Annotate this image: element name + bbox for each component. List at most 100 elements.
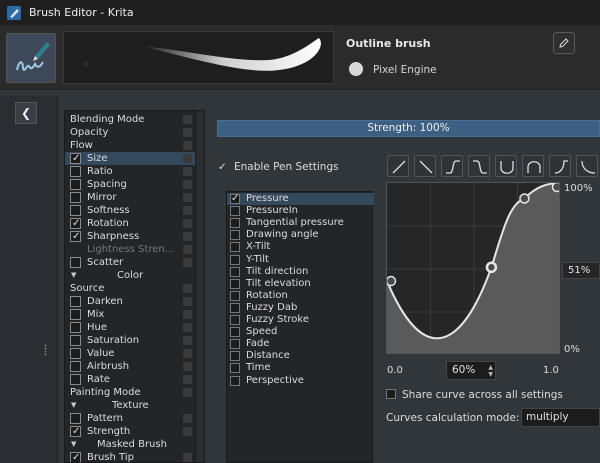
option-row[interactable]: Rotation	[65, 217, 204, 230]
lock-icon[interactable]	[183, 180, 192, 189]
sensor-list[interactable]: PressurePressureInTangential pressureDra…	[226, 191, 374, 463]
enable-pen-settings[interactable]: ✓ Enable Pen Settings	[218, 161, 339, 173]
sensor-checkbox[interactable]	[230, 218, 240, 229]
lock-icon[interactable]	[183, 323, 192, 332]
option-row[interactable]: Blending Mode	[65, 113, 204, 126]
option-row[interactable]: Painting Mode	[65, 386, 204, 399]
lock-icon[interactable]	[183, 206, 192, 215]
lock-icon[interactable]	[183, 128, 192, 137]
option-checkbox[interactable]	[70, 335, 81, 346]
option-checkbox[interactable]	[70, 309, 81, 320]
sensor-checkbox[interactable]	[230, 315, 240, 325]
sensor-checkbox[interactable]	[230, 193, 240, 205]
sensor-row[interactable]: Perspective	[227, 375, 374, 387]
curve-value-field[interactable]: 51%	[562, 262, 600, 279]
option-checkbox[interactable]	[70, 348, 81, 359]
lock-icon[interactable]	[183, 258, 192, 267]
lock-icon[interactable]	[183, 453, 192, 462]
lock-icon[interactable]	[183, 375, 192, 384]
curve-control-point[interactable]	[519, 193, 530, 204]
sensor-checkbox[interactable]	[230, 206, 240, 217]
brush-options-list[interactable]: Blending Mode Opacity Flow Size Ratio Spacing…	[64, 110, 205, 463]
curve-control-point[interactable]	[485, 261, 498, 274]
lock-icon[interactable]	[183, 232, 192, 241]
option-checkbox[interactable]	[70, 361, 81, 372]
sensor-checkbox[interactable]	[230, 290, 240, 301]
strength-slider[interactable]: Strength: 100%	[217, 120, 600, 137]
sensor-checkbox[interactable]	[230, 266, 240, 277]
expand-triangle-icon[interactable]: ▼	[71, 438, 76, 451]
share-curve-checkbox[interactable]	[386, 389, 396, 399]
option-row[interactable]: Mix	[65, 308, 204, 321]
option-row[interactable]: Rate	[65, 373, 204, 386]
option-row[interactable]: ▼ Color	[65, 269, 204, 282]
curve-preset-j-curve[interactable]	[549, 155, 571, 177]
curve-preset-linear[interactable]	[387, 155, 409, 177]
curve-editor[interactable]	[386, 182, 560, 354]
curve-preset-s-curve[interactable]	[441, 155, 463, 177]
sensor-checkbox[interactable]	[230, 254, 240, 265]
option-checkbox[interactable]	[70, 205, 81, 216]
option-checkbox[interactable]	[70, 179, 81, 190]
option-checkbox[interactable]	[70, 230, 81, 243]
sensor-row[interactable]: Speed	[227, 326, 374, 338]
option-row[interactable]: Sharpness	[65, 230, 204, 243]
lock-icon[interactable]	[183, 336, 192, 345]
curve-control-point[interactable]	[387, 275, 397, 287]
sensor-checkbox[interactable]	[230, 363, 240, 374]
lock-icon[interactable]	[183, 427, 192, 436]
sensor-row[interactable]: Pressure	[227, 193, 374, 205]
sensor-checkbox[interactable]	[230, 339, 240, 350]
option-row[interactable]: Darken	[65, 295, 204, 308]
lock-icon[interactable]	[183, 362, 192, 371]
lock-icon[interactable]	[183, 284, 192, 293]
curve-preset-arch-curve[interactable]	[522, 155, 544, 177]
sensor-row[interactable]: Drawing angle	[227, 229, 374, 241]
edit-preset-button[interactable]	[553, 32, 575, 54]
sensor-row[interactable]: Y-Tilt	[227, 254, 374, 266]
lock-icon[interactable]	[183, 310, 192, 319]
sensor-checkbox[interactable]	[230, 278, 240, 289]
curve-preset-reverse-linear[interactable]	[414, 155, 436, 177]
lock-icon[interactable]	[183, 219, 192, 228]
options-scrollbar[interactable]	[195, 111, 204, 462]
option-row[interactable]: Opacity	[65, 126, 204, 139]
option-row[interactable]: Strength	[65, 425, 204, 438]
option-checkbox[interactable]	[70, 451, 81, 462]
option-row[interactable]: Brush Tip	[65, 451, 204, 462]
collapse-button[interactable]: ❮	[15, 102, 37, 124]
enable-pen-check[interactable]: ✓	[218, 161, 228, 173]
lock-icon[interactable]	[183, 245, 192, 254]
option-row[interactable]: ▼ Masked Brush	[65, 438, 204, 451]
sensor-row[interactable]: Distance	[227, 350, 374, 362]
lock-icon[interactable]	[183, 141, 192, 150]
option-checkbox[interactable]	[70, 192, 81, 203]
sensor-checkbox[interactable]	[230, 242, 240, 253]
sensor-checkbox[interactable]	[230, 230, 240, 241]
curve-graph[interactable]	[387, 183, 560, 354]
option-row[interactable]: Hue	[65, 321, 204, 334]
sensor-checkbox[interactable]	[230, 302, 240, 313]
calc-mode-select[interactable]: multiply	[521, 408, 600, 427]
sensor-checkbox[interactable]	[230, 327, 240, 338]
option-row[interactable]: Spacing	[65, 178, 204, 191]
curve-preset-u-curve[interactable]	[495, 155, 517, 177]
option-row[interactable]: Saturation	[65, 334, 204, 347]
expand-triangle-icon[interactable]: ▼	[71, 269, 76, 282]
option-checkbox[interactable]	[70, 217, 81, 230]
sensor-row[interactable]: Fuzzy Stroke	[227, 314, 374, 326]
lock-icon[interactable]	[183, 154, 192, 163]
option-checkbox[interactable]	[70, 413, 81, 424]
option-checkbox[interactable]	[70, 152, 81, 165]
sensor-row[interactable]: X-Tilt	[227, 241, 374, 253]
sensor-row[interactable]: PressureIn	[227, 205, 374, 217]
sensor-row[interactable]: Tilt elevation	[227, 278, 374, 290]
option-row[interactable]: Flow	[65, 139, 204, 152]
sensor-row[interactable]: Tangential pressure	[227, 217, 374, 229]
preset-thumbnail[interactable]	[6, 33, 56, 83]
splitter-grip[interactable]	[44, 344, 47, 356]
sensor-row[interactable]: Fuzzy Dab	[227, 302, 374, 314]
lock-icon[interactable]	[183, 115, 192, 124]
option-checkbox[interactable]	[70, 257, 81, 268]
option-checkbox[interactable]	[70, 425, 81, 438]
